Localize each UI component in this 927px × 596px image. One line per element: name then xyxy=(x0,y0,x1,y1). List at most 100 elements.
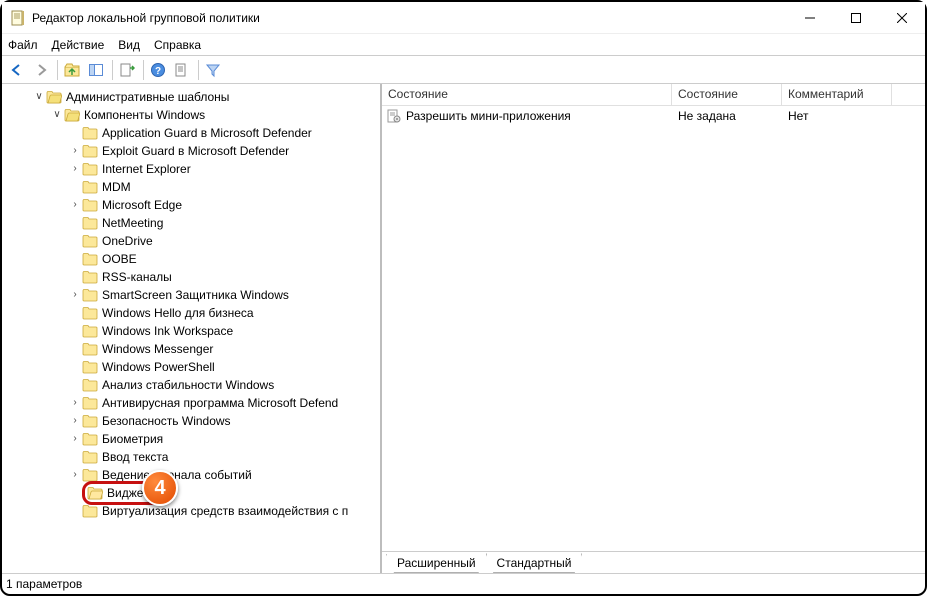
up-button[interactable] xyxy=(61,59,83,81)
folder-icon xyxy=(82,432,98,446)
tree-node[interactable]: › Биометрия xyxy=(2,430,380,448)
list-header: Состояние Состояние Комментарий xyxy=(382,84,925,106)
status-text: 1 параметров xyxy=(6,577,82,591)
column-header-comment[interactable]: Комментарий xyxy=(782,84,892,105)
content-area: ∨ Административные шаблоны∨ Компоненты W… xyxy=(2,84,925,574)
tree-node[interactable]: › Антивирусная программа Microsoft Defen… xyxy=(2,394,380,412)
folder-open-icon xyxy=(64,108,80,122)
folder-icon xyxy=(82,306,98,320)
tree-label: Анализ стабильности Windows xyxy=(102,376,274,394)
tree-node[interactable]: › Internet Explorer xyxy=(2,160,380,178)
folder-icon xyxy=(82,450,98,464)
column-header-state[interactable]: Состояние xyxy=(672,84,782,105)
tree-node[interactable]: Windows Ink Workspace xyxy=(2,322,380,340)
tree-label: Internet Explorer xyxy=(102,160,191,178)
tree-node[interactable]: › Microsoft Edge xyxy=(2,196,380,214)
tree-label: NetMeeting xyxy=(102,214,163,232)
menu-file[interactable]: Файл xyxy=(8,38,38,52)
tree-node[interactable]: Windows Hello для бизнеса xyxy=(2,304,380,322)
tree-node[interactable]: NetMeeting xyxy=(2,214,380,232)
setting-name: Разрешить мини-приложения xyxy=(406,109,571,123)
list-row[interactable]: Разрешить мини-приложения Не задана Нет xyxy=(382,106,925,126)
pane-tabs: Расширенный Стандартный xyxy=(382,551,925,573)
tree-node[interactable]: MDM xyxy=(2,178,380,196)
tree-label: Административные шаблоны xyxy=(66,88,229,106)
folder-icon xyxy=(82,270,98,284)
tree-node[interactable]: OneDrive xyxy=(2,232,380,250)
status-bar: 1 параметров xyxy=(2,574,925,594)
tree-label: Application Guard в Microsoft Defender xyxy=(102,124,312,142)
folder-icon xyxy=(82,396,98,410)
tree-label: Windows Ink Workspace xyxy=(102,322,233,340)
menu-view[interactable]: Вид xyxy=(118,38,140,52)
tree-node-windows-components[interactable]: ∨ Компоненты Windows xyxy=(2,106,380,124)
folder-icon xyxy=(82,162,98,176)
folder-icon xyxy=(82,468,98,482)
maximize-button[interactable] xyxy=(833,2,879,34)
title-bar: Редактор локальной групповой политики xyxy=(2,2,925,34)
list-body: Разрешить мини-приложения Не задана Нет xyxy=(382,106,925,551)
annotation-badge-4: 4 xyxy=(142,470,178,506)
close-button[interactable] xyxy=(879,2,925,34)
folder-icon xyxy=(82,414,98,428)
show-hide-tree-button[interactable] xyxy=(85,59,107,81)
svg-text:?: ? xyxy=(155,66,161,77)
tree-node[interactable]: › Безопасность Windows xyxy=(2,412,380,430)
tree-label: Биометрия xyxy=(102,430,163,448)
tree-label: Microsoft Edge xyxy=(102,196,182,214)
tree-node[interactable]: Ввод текста xyxy=(2,448,380,466)
folder-icon xyxy=(82,252,98,266)
tree-label: Windows Messenger xyxy=(102,340,213,358)
setting-comment: Нет xyxy=(782,109,892,123)
tree-node[interactable]: › SmartScreen Защитника Windows xyxy=(2,286,380,304)
folder-icon xyxy=(82,198,98,212)
tree-label: Виртуализация средств взаимодействия с п xyxy=(102,502,348,520)
tree-label: Ввод текста xyxy=(102,448,168,466)
tree-horizontal-scrollbar[interactable] xyxy=(2,554,372,570)
tree-label: Безопасность Windows xyxy=(102,412,231,430)
tree-label: SmartScreen Защитника Windows xyxy=(102,286,289,304)
tree-node[interactable]: Application Guard в Microsoft Defender xyxy=(2,124,380,142)
menu-bar: Файл Действие Вид Справка xyxy=(2,34,925,56)
tree-node[interactable]: › Ведение журнала событий xyxy=(2,466,380,484)
folder-icon xyxy=(82,504,98,518)
folder-icon xyxy=(82,378,98,392)
tree-node[interactable]: › Exploit Guard в Microsoft Defender xyxy=(2,142,380,160)
tree-node[interactable]: Анализ стабильности Windows xyxy=(2,376,380,394)
help-button[interactable]: ? xyxy=(147,59,169,81)
tree-node[interactable]: Windows Messenger xyxy=(2,340,380,358)
folder-icon xyxy=(82,234,98,248)
tree-label: MDM xyxy=(102,178,131,196)
tree-label: OneDrive xyxy=(102,232,153,250)
tree-node[interactable]: RSS-каналы xyxy=(2,268,380,286)
export-button[interactable] xyxy=(116,59,138,81)
tab-standard[interactable]: Стандартный xyxy=(486,553,583,573)
list-pane: Состояние Состояние Комментарий Разрешит… xyxy=(382,84,925,573)
minimize-button[interactable] xyxy=(787,2,833,34)
tab-extended[interactable]: Расширенный xyxy=(386,554,487,573)
menu-help[interactable]: Справка xyxy=(154,38,201,52)
tree-node[interactable]: Виджеты xyxy=(2,484,380,502)
tree-pane: ∨ Административные шаблоны∨ Компоненты W… xyxy=(2,84,382,573)
tree-label: Windows PowerShell xyxy=(102,358,215,376)
back-button[interactable] xyxy=(6,59,28,81)
folder-icon xyxy=(82,216,98,230)
folder-icon xyxy=(82,144,98,158)
folder-icon xyxy=(82,126,98,140)
menu-action[interactable]: Действие xyxy=(52,38,105,52)
properties-button[interactable] xyxy=(171,59,193,81)
folder-icon xyxy=(82,342,98,356)
setting-icon xyxy=(386,108,402,124)
filter-button[interactable] xyxy=(202,59,224,81)
tree-node-admin-templates[interactable]: ∨ Административные шаблоны xyxy=(2,88,380,106)
folder-icon xyxy=(82,360,98,374)
column-header-name[interactable]: Состояние xyxy=(382,84,672,105)
tree-label: RSS-каналы xyxy=(102,268,172,286)
setting-state: Не задана xyxy=(672,109,782,123)
tree-node[interactable]: Виртуализация средств взаимодействия с п xyxy=(2,502,380,520)
forward-button[interactable] xyxy=(30,59,52,81)
tree-node[interactable]: OOBE xyxy=(2,250,380,268)
folder-open-icon xyxy=(46,90,62,104)
tree-node[interactable]: Windows PowerShell xyxy=(2,358,380,376)
tree-label: OOBE xyxy=(102,250,137,268)
